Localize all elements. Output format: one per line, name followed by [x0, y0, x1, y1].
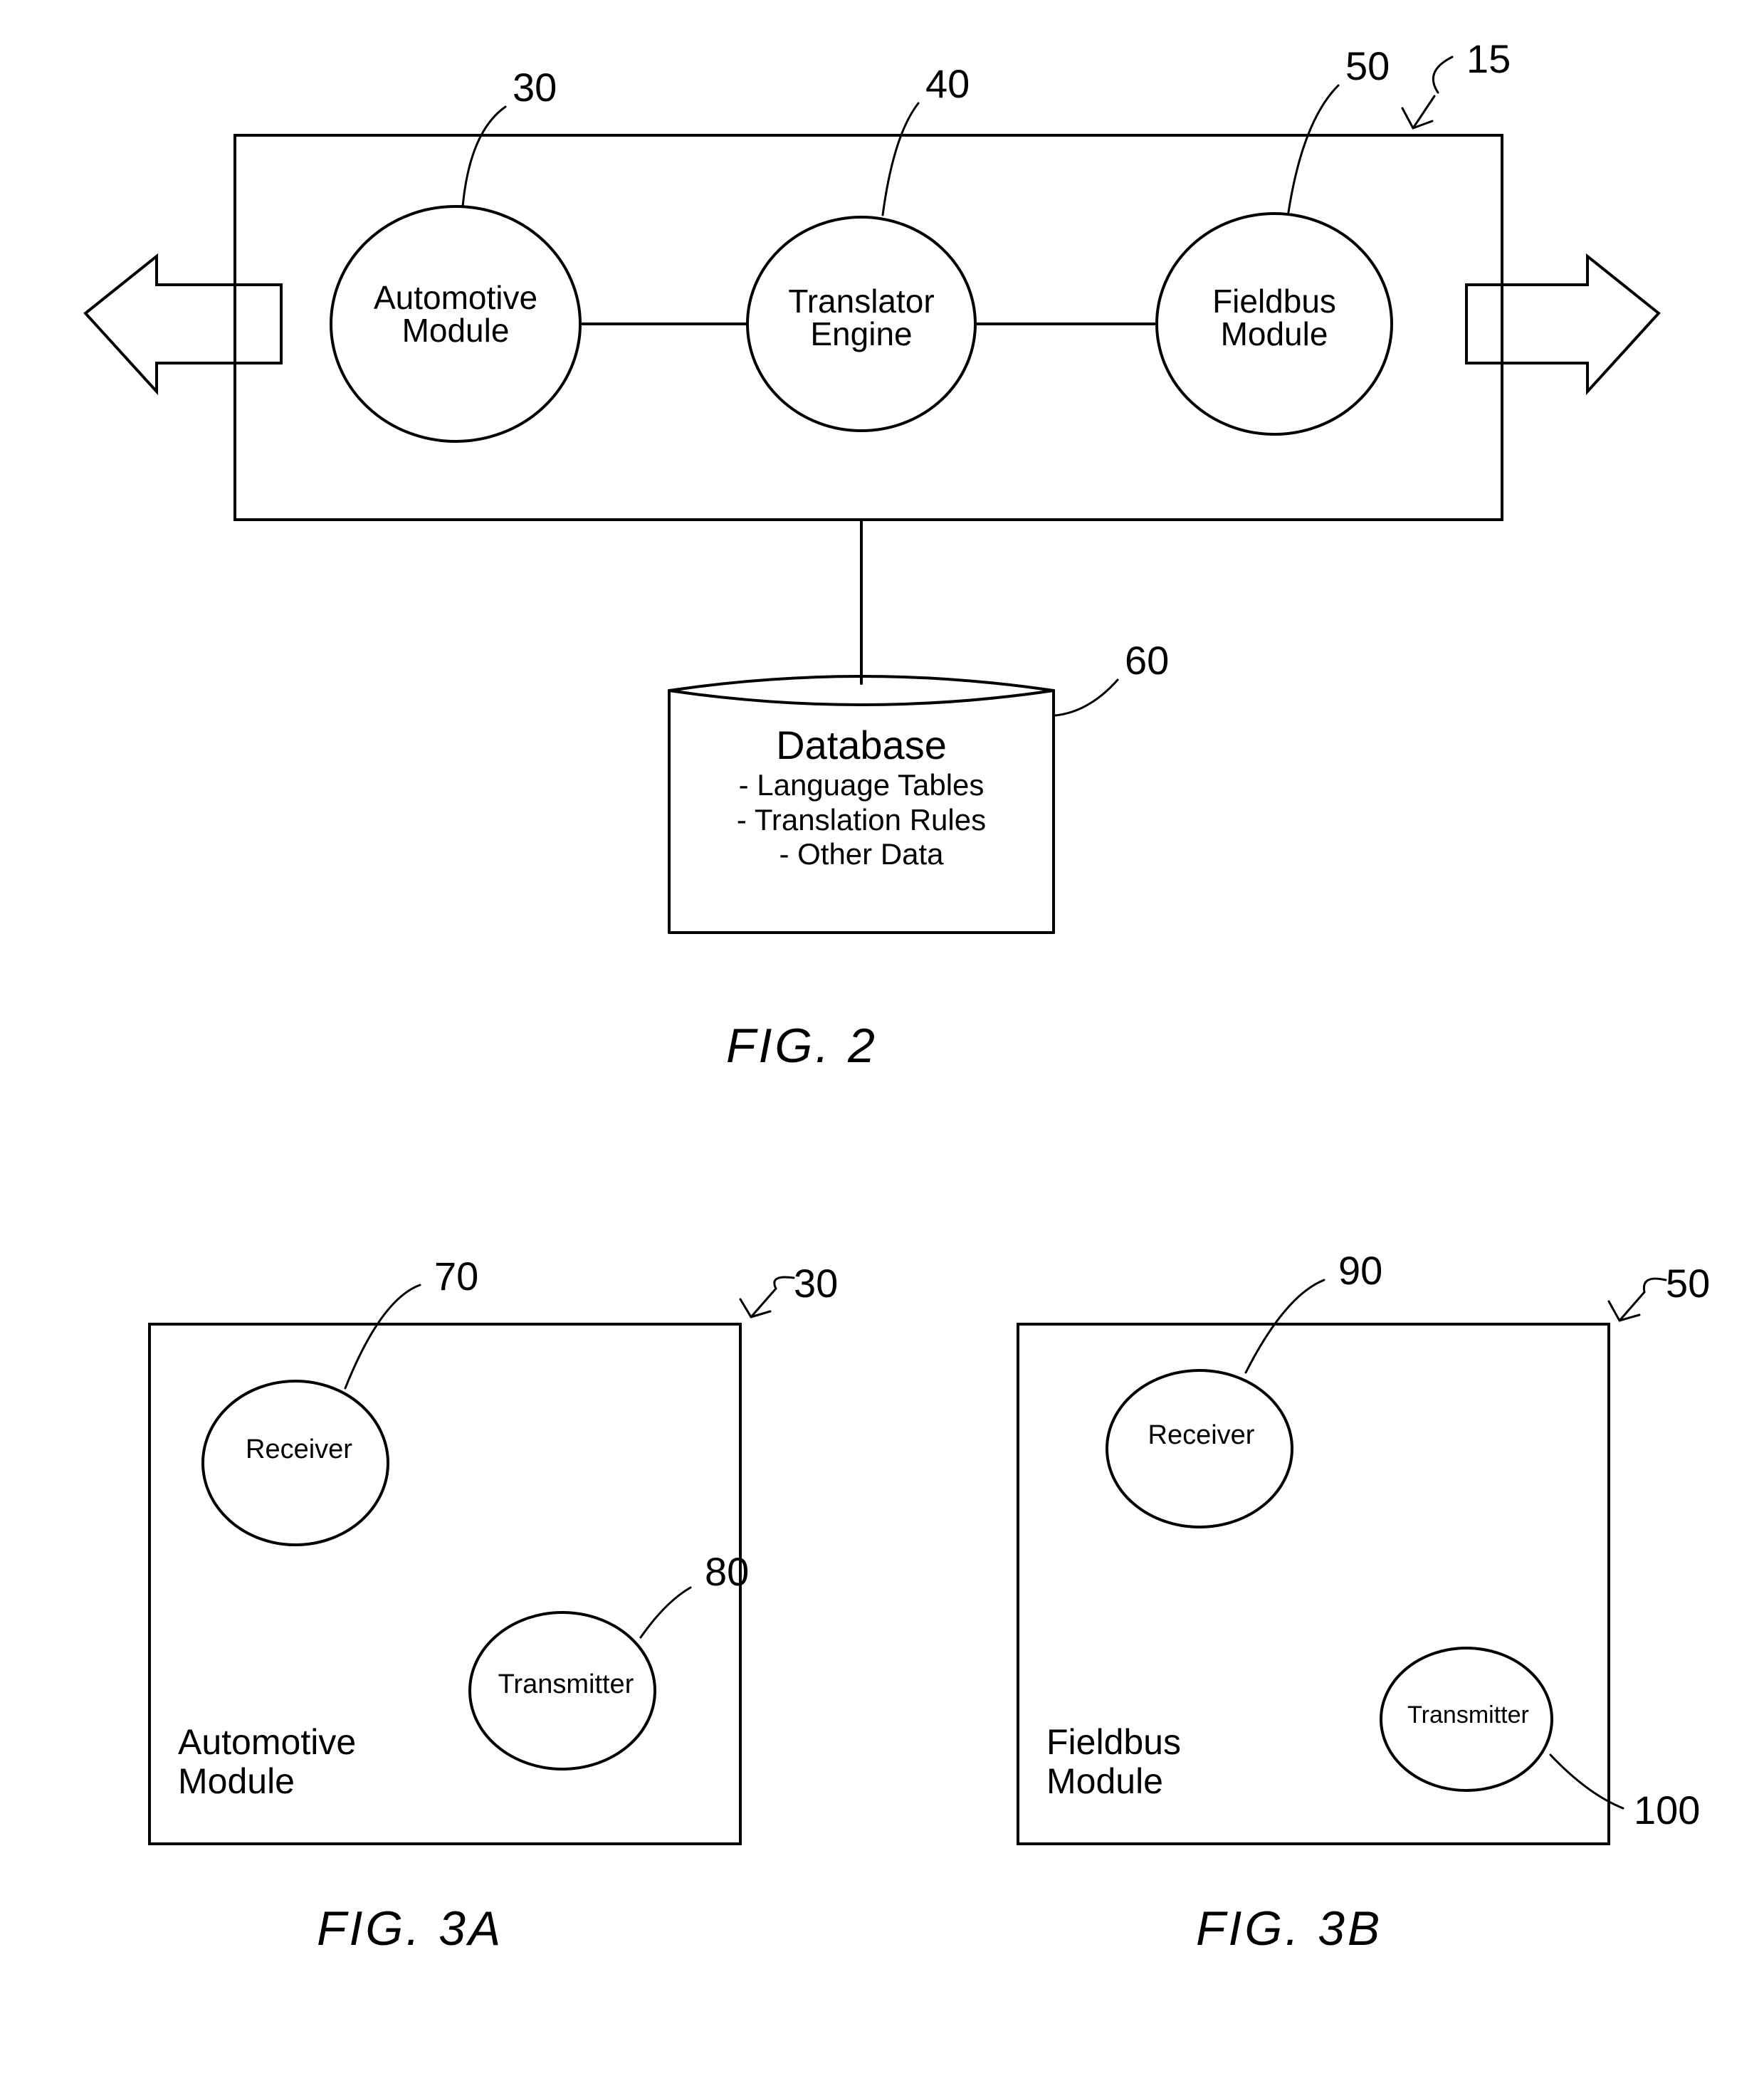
database-item3: - Other Data	[779, 837, 943, 871]
fieldbus-module-node: Fieldbus Module	[1196, 285, 1353, 350]
automotive-line1: Automotive	[374, 279, 537, 316]
fig3a-title2: Module	[178, 1761, 295, 1801]
fig3b-transmitter-text: Transmitter	[1407, 1701, 1529, 1729]
fig3a-receiver-node: Receiver	[238, 1434, 359, 1465]
fig2-svg	[0, 0, 1764, 1224]
fig3b-receiver-node: Receiver	[1139, 1420, 1264, 1451]
ref-90: 90	[1338, 1247, 1382, 1294]
ref-30b: 30	[794, 1260, 838, 1306]
fig2-label: FIG. 2	[726, 1018, 878, 1074]
page: Automotive Module Translator Engine Fiel…	[0, 0, 1764, 2093]
ref-50: 50	[1345, 43, 1390, 89]
fig3a-box-title: Automotive Module	[178, 1723, 356, 1801]
ref-60: 60	[1125, 637, 1169, 683]
fig3b-label: FIG. 3B	[1196, 1901, 1382, 1956]
ref-50b: 50	[1666, 1260, 1710, 1306]
fig3a-receiver-text: Receiver	[246, 1434, 352, 1464]
fig3a-title1: Automotive	[178, 1722, 356, 1762]
ref-40: 40	[925, 61, 970, 107]
translator-line2: Engine	[810, 315, 912, 352]
fig3b-title2: Module	[1046, 1761, 1163, 1801]
ref-100: 100	[1634, 1787, 1700, 1833]
translator-line1: Translator	[788, 283, 934, 320]
database-node: Database - Language Tables - Translation…	[683, 723, 1039, 871]
fig3b-title1: Fieldbus	[1046, 1722, 1181, 1762]
fig3a-svg	[100, 1253, 812, 1965]
fig3b-svg	[968, 1253, 1694, 1965]
translator-engine-node: Translator Engine	[779, 285, 943, 350]
ref-15: 15	[1466, 36, 1511, 82]
automotive-line2: Module	[402, 312, 510, 349]
fig3b-receiver-text: Receiver	[1148, 1420, 1255, 1450]
ref-70: 70	[434, 1253, 478, 1299]
fig3a-transmitter-node: Transmitter	[488, 1669, 644, 1700]
ref-80: 80	[705, 1548, 749, 1595]
ref-30: 30	[513, 64, 557, 110]
fig3a-label: FIG. 3A	[317, 1901, 503, 1956]
database-item1: - Language Tables	[739, 768, 985, 802]
database-item2: - Translation Rules	[737, 803, 986, 836]
automotive-module-node: Automotive Module	[370, 281, 541, 347]
fieldbus-line2: Module	[1221, 315, 1328, 352]
database-title: Database	[776, 723, 947, 767]
fieldbus-line1: Fieldbus	[1212, 283, 1336, 320]
fig3b-transmitter-node: Transmitter	[1395, 1701, 1541, 1729]
fig3a-transmitter-text: Transmitter	[498, 1669, 634, 1699]
fig3b-box-title: Fieldbus Module	[1046, 1723, 1181, 1801]
